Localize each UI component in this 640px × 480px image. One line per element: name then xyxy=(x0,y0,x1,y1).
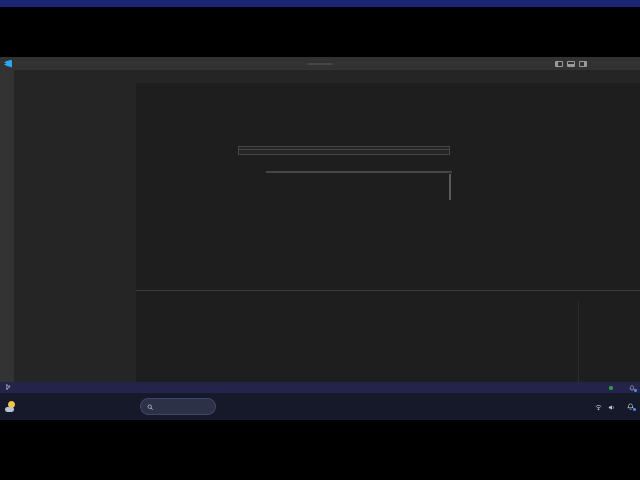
setup-status-dot xyxy=(609,385,613,390)
breadcrumb xyxy=(136,83,640,92)
panel-header xyxy=(136,291,640,302)
search-icon xyxy=(147,404,153,410)
volume-icon[interactable] xyxy=(608,398,615,416)
editor-group xyxy=(136,70,640,382)
panel xyxy=(136,290,640,382)
minimap[interactable] xyxy=(626,92,640,290)
terminal-sessions xyxy=(578,302,640,382)
status-left xyxy=(5,383,25,392)
suggest-scrollbar[interactable] xyxy=(449,174,451,200)
project-root-row[interactable] xyxy=(14,83,136,92)
status-bar xyxy=(0,382,640,393)
file-tree xyxy=(14,92,136,382)
desktop-screen xyxy=(0,57,640,420)
toggle-secondary-sidebar-icon[interactable] xyxy=(579,60,587,67)
notifications-bell-icon[interactable] xyxy=(629,385,637,392)
tab-bar xyxy=(136,70,640,83)
status-right xyxy=(609,385,637,392)
weather-icon xyxy=(5,401,17,412)
window-title xyxy=(307,62,333,65)
titlebar-left xyxy=(0,59,15,68)
notification-badge xyxy=(634,388,637,392)
terminal-output[interactable] xyxy=(136,302,578,382)
taskbar-search[interactable] xyxy=(140,398,216,415)
signature-help-tooltip xyxy=(238,146,450,155)
hover-description xyxy=(239,149,449,154)
code-editor[interactable] xyxy=(136,92,640,290)
explorer-sidebar xyxy=(14,70,136,382)
video-top-strip xyxy=(0,0,640,7)
vscode-logo-icon xyxy=(4,59,12,68)
suggest-widget xyxy=(266,171,452,200)
tray-notifications-icon[interactable] xyxy=(627,403,636,411)
screenshot-frame xyxy=(0,0,640,480)
tray-notification-badge xyxy=(633,408,636,411)
weather-widget[interactable] xyxy=(0,401,70,412)
vscode-body xyxy=(0,70,640,382)
finish-setup-item[interactable] xyxy=(609,385,615,390)
git-branch-item[interactable] xyxy=(5,383,13,392)
titlebar xyxy=(0,57,640,70)
windows-taskbar xyxy=(0,393,640,420)
activity-bar xyxy=(0,70,14,382)
panel-body xyxy=(136,302,640,382)
sidebar-header xyxy=(14,70,136,83)
editor-actions xyxy=(630,70,640,83)
system-tray xyxy=(589,398,640,416)
toggle-panel-icon[interactable] xyxy=(567,60,575,67)
vscode-window xyxy=(0,57,640,393)
wifi-icon[interactable] xyxy=(595,398,602,416)
toggle-sidebar-icon[interactable] xyxy=(555,60,563,67)
titlebar-right xyxy=(555,60,640,67)
git-branch-icon xyxy=(5,383,11,392)
